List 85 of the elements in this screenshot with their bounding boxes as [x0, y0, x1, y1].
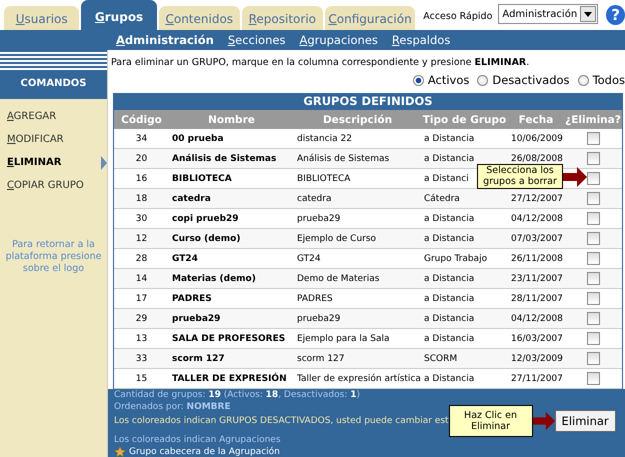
group-count: Cantidad de grupos: 19 (Activos: 18, Desactivados: 1) — [114, 389, 361, 401]
table-cell: Ejemplo de Curso — [294, 228, 421, 248]
table-cell: Análisis de Sistemas — [294, 148, 421, 168]
nav-tab[interactable]: Repositorio — [242, 6, 323, 30]
table-cell: Curso (demo) — [169, 228, 294, 248]
quick-access-dropdown[interactable]: Administración — [498, 4, 598, 24]
table-cell: 12 — [114, 228, 169, 248]
table-cell: Análisis de Sistemas — [169, 148, 294, 168]
subnav-link[interactable]: Respaldos — [392, 33, 450, 47]
table-cell: catedra — [169, 188, 294, 208]
subnav-link[interactable]: Secciones — [228, 33, 286, 47]
nav-tab[interactable]: Contenidos — [158, 6, 240, 30]
table-cell: scorm 127 — [294, 348, 421, 368]
radio-button[interactable] — [477, 74, 488, 86]
radio-button[interactable] — [412, 74, 424, 86]
table-cell: 33 — [114, 348, 169, 368]
deactivated-note: Los coloreados indican GRUPOS DESACTIVADOS, usted puede cambiar est — [114, 416, 449, 426]
checkbox[interactable] — [586, 132, 600, 145]
arrow-icon — [532, 411, 555, 431]
command-link[interactable]: MODIFICAR — [7, 134, 64, 145]
command-link[interactable]: ELIMINAR — [7, 157, 62, 168]
radio-label[interactable]: Activos — [428, 73, 470, 87]
checkbox[interactable] — [586, 172, 600, 185]
table-cell: Demo de Materias — [294, 268, 421, 288]
table-cell: SCORM — [421, 348, 508, 368]
arrow-icon — [563, 166, 587, 186]
table-cell: 20 — [114, 148, 169, 168]
checkbox[interactable] — [586, 332, 600, 345]
column-header: ¿Elimina? — [564, 110, 622, 129]
checkbox[interactable] — [586, 212, 600, 225]
table-cell: 07/03/2007 — [508, 228, 564, 248]
legend-text: Grupo cabecera de la Agrupación — [129, 447, 280, 457]
help-icon[interactable]: ? — [606, 5, 625, 25]
checkbox[interactable] — [586, 232, 600, 245]
table-cell: prueba29 — [294, 308, 421, 328]
column-header: Nombre — [169, 110, 294, 129]
checkbox[interactable] — [586, 352, 600, 365]
radio-label[interactable]: Desactivados — [492, 73, 570, 87]
table-cell: catedra — [294, 188, 421, 208]
command-link[interactable]: AGREGAR — [7, 111, 56, 122]
checkbox[interactable] — [586, 152, 600, 165]
table-cell: Cátedra — [421, 188, 508, 208]
table-cell: prueba29 — [169, 308, 294, 328]
column-header: Fecha — [508, 110, 564, 129]
grouping-note: Los coloreados indican Agrupaciones — [114, 435, 282, 446]
table-cell: 18 — [114, 188, 169, 208]
table-cell: 14 — [114, 268, 169, 288]
column-header: Descripción — [294, 110, 421, 129]
quick-access-label: Acceso Rápido — [423, 11, 492, 22]
table-cell: a Distancia — [421, 308, 508, 328]
logo-hint: Para retornar a la plataforma presione sobre el logo — [4, 239, 102, 275]
checkbox[interactable] — [586, 312, 600, 325]
table-cell: 23/11/2007 — [508, 268, 564, 288]
caret-icon — [580, 6, 596, 22]
nav-tab[interactable]: Usuarios — [4, 6, 80, 30]
radio-label[interactable]: Todos — [592, 73, 625, 87]
checkbox[interactable] — [586, 272, 600, 285]
callout-tooltip: Haz Clic en Eliminar — [448, 405, 533, 437]
table-cell: 04/12/2008 — [508, 308, 564, 328]
table-cell: Materias (demo) — [169, 268, 294, 288]
table-cell: 12/03/2009 — [508, 348, 564, 368]
checkbox[interactable] — [586, 192, 600, 205]
column-header: Código — [114, 110, 169, 129]
table-title: GRUPOS DEFINIDOS — [302, 93, 434, 110]
delete-button[interactable]: Eliminar — [554, 410, 616, 432]
table-cell: a Distancia — [421, 268, 508, 288]
nav-tab[interactable]: Grupos — [81, 0, 157, 30]
subnav-link[interactable]: Administración — [116, 33, 214, 47]
checkbox[interactable] — [586, 252, 600, 265]
table-cell: scorm 127 — [169, 348, 294, 368]
table-cell: 27/12/2007 — [508, 188, 564, 208]
sort-info: Ordenados por: NOMBRE — [114, 401, 232, 413]
radio-button[interactable] — [578, 74, 589, 86]
checkbox[interactable] — [586, 372, 600, 385]
column-header: Tipo de Grupo — [421, 110, 508, 129]
subnav-link[interactable]: Agrupaciones — [299, 33, 378, 47]
checkbox[interactable] — [586, 292, 600, 305]
pointer-icon — [101, 156, 107, 170]
instruction-text: Para eliminar un GRUPO, marque en la columna correspondiente y presione ELIMINAR. — [110, 56, 530, 68]
nav-tab[interactable]: Configuración — [324, 6, 416, 30]
table-cell: 29 — [114, 308, 169, 328]
command-link[interactable]: COPIAR GRUPO — [7, 180, 84, 191]
commands-header: COMANDOS — [0, 70, 107, 99]
table-cell: a Distancia — [421, 228, 508, 248]
star-icon — [114, 446, 126, 457]
